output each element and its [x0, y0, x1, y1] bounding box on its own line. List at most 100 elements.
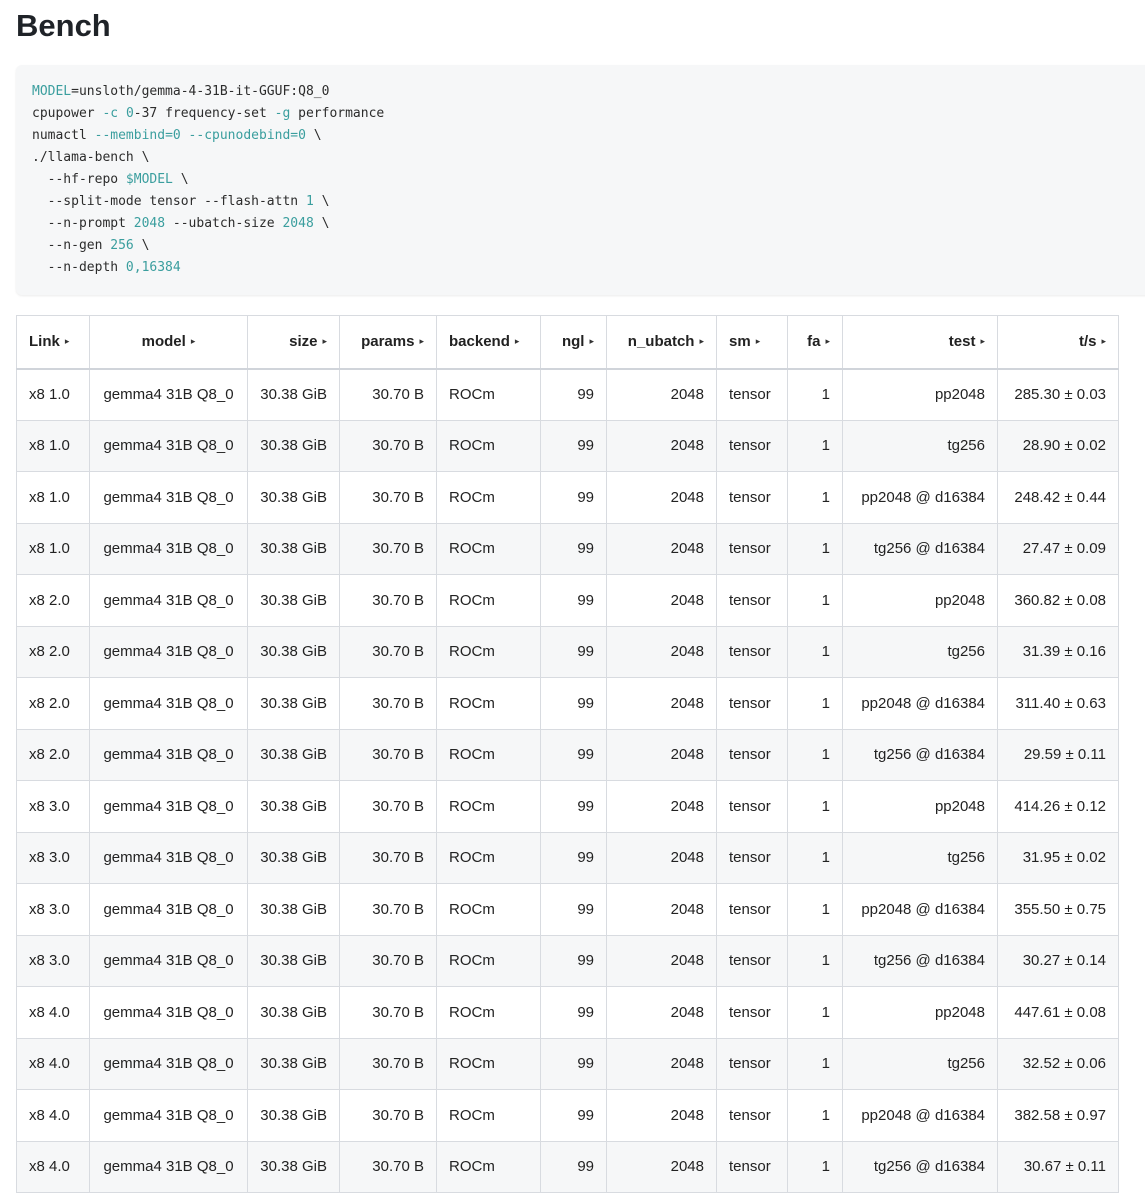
column-header-n_ubatch[interactable]: n_ubatch ▸	[606, 315, 717, 370]
cell-link: x8 2.0	[16, 677, 90, 730]
cell-params: 30.70 B	[339, 522, 437, 575]
cell-model: gemma4 31B Q8_0	[89, 574, 248, 627]
column-header-label: test	[948, 333, 976, 351]
cell-link: x8 3.0	[16, 831, 90, 884]
cell-ts: 414.26 ± 0.12	[997, 780, 1119, 833]
cell-link: x8 4.0	[16, 1037, 90, 1090]
cell-sm: tensor	[716, 986, 788, 1039]
cell-backend: ROCm	[436, 368, 541, 421]
cell-sm: tensor	[716, 574, 788, 627]
column-header-backend[interactable]: backend ▸	[436, 315, 541, 370]
cell-backend: ROCm	[436, 934, 541, 987]
cell-n_ubatch: 2048	[606, 728, 717, 781]
code-token-highlight: --cpunodebind=0	[188, 128, 306, 143]
cell-link: x8 2.0	[16, 728, 90, 781]
code-token-highlight: 256	[110, 238, 134, 253]
cell-test: pp2048 @ d16384	[842, 677, 998, 730]
cell-backend: ROCm	[436, 471, 541, 524]
column-header-ngl[interactable]: ngl ▸	[540, 315, 607, 370]
cell-backend: ROCm	[436, 1037, 541, 1090]
column-header-label: sm	[729, 333, 751, 351]
code-line: --n-gen 256 \	[32, 235, 1140, 257]
sort-triangle-icon: ▸	[64, 336, 70, 347]
cell-model: gemma4 31B Q8_0	[89, 419, 248, 472]
cell-params: 30.70 B	[339, 934, 437, 987]
cell-size: 30.38 GiB	[247, 522, 340, 575]
cell-ngl: 99	[540, 419, 607, 472]
cell-test: tg256	[842, 625, 998, 678]
cell-ts: 355.50 ± 0.75	[997, 883, 1119, 936]
cell-n_ubatch: 2048	[606, 831, 717, 884]
cell-params: 30.70 B	[339, 419, 437, 472]
code-line: --n-depth 0,16384	[32, 257, 1140, 279]
cell-size: 30.38 GiB	[247, 419, 340, 472]
column-header-label: params	[361, 333, 415, 351]
sort-triangle-icon: ▸	[419, 336, 424, 347]
cell-n_ubatch: 2048	[606, 1037, 717, 1090]
cell-test: pp2048 @ d16384	[842, 471, 998, 524]
cell-model: gemma4 31B Q8_0	[89, 831, 248, 884]
cell-params: 30.70 B	[339, 677, 437, 730]
cell-backend: ROCm	[436, 728, 541, 781]
code-token-highlight: 2048	[282, 216, 314, 231]
column-header-link[interactable]: Link ▸	[16, 315, 90, 370]
table-row: x8 2.0 gemma4 31B Q8_0 30.38 GiB 30.70 B ROC…	[16, 728, 1119, 781]
cell-test: pp2048	[842, 368, 998, 421]
code-line: --hf-repo $MODEL \	[32, 169, 1140, 191]
cell-model: gemma4 31B Q8_0	[89, 1140, 248, 1193]
sort-triangle-icon: ▸	[514, 336, 520, 347]
code-token: \	[313, 194, 330, 209]
cell-ngl: 99	[540, 574, 607, 627]
cell-link: x8 3.0	[16, 883, 90, 936]
column-header-label: model	[141, 333, 186, 351]
cell-n_ubatch: 2048	[606, 883, 717, 936]
cell-sm: tensor	[716, 1140, 788, 1193]
cell-params: 30.70 B	[339, 780, 437, 833]
cell-test: tg256 @ d16384	[842, 728, 998, 781]
cell-fa: 1	[787, 522, 843, 575]
cell-fa: 1	[787, 419, 843, 472]
cell-fa: 1	[787, 1140, 843, 1193]
code-token-highlight: 1	[305, 194, 314, 209]
cell-sm: tensor	[716, 1037, 788, 1090]
code-line: MODEL=unsloth/gemma-4-31B-it-GGUF:Q8_0	[32, 81, 1140, 103]
column-header-params[interactable]: params ▸	[339, 315, 437, 370]
cell-size: 30.38 GiB	[247, 728, 340, 781]
code-token-highlight: 0,16384	[125, 260, 181, 275]
column-header-size[interactable]: size ▸	[247, 315, 340, 370]
column-header-model[interactable]: model ▸	[89, 315, 248, 370]
code-token: numactl	[32, 128, 95, 143]
column-header-sm[interactable]: sm ▸	[716, 315, 788, 370]
cell-ts: 248.42 ± 0.44	[997, 471, 1119, 524]
cell-size: 30.38 GiB	[247, 1140, 340, 1193]
code-token: -37 frequency-set	[133, 106, 275, 121]
cell-params: 30.70 B	[339, 1140, 437, 1193]
table-row: x8 4.0 gemma4 31B Q8_0 30.38 GiB 30.70 B ROC…	[16, 1089, 1119, 1142]
sort-triangle-icon: ▸	[755, 336, 761, 347]
column-header-ts[interactable]: t/s ▸	[997, 315, 1119, 370]
code-line: --n-prompt 2048 --ubatch-size 2048 \	[32, 213, 1140, 235]
column-header-test[interactable]: test ▸	[842, 315, 998, 370]
cell-link: x8 1.0	[16, 522, 90, 575]
cell-ts: 382.58 ± 0.97	[997, 1089, 1119, 1142]
cell-ts: 28.90 ± 0.02	[997, 419, 1119, 472]
cell-sm: tensor	[716, 522, 788, 575]
column-header-label: t/s	[1078, 333, 1097, 351]
cell-sm: tensor	[716, 780, 788, 833]
sort-triangle-icon: ▸	[1101, 336, 1106, 347]
cell-model: gemma4 31B Q8_0	[89, 1089, 248, 1142]
code-block[interactable]: MODEL=unsloth/gemma-4-31B-it-GGUF:Q8_0 cp…	[16, 65, 1145, 295]
column-header-label: ngl	[561, 333, 585, 351]
table-row: x8 3.0 gemma4 31B Q8_0 30.38 GiB 30.70 B ROC…	[16, 780, 1119, 833]
column-header-fa[interactable]: fa ▸	[787, 315, 843, 370]
cell-ngl: 99	[540, 728, 607, 781]
cell-ts: 30.67 ± 0.11	[997, 1140, 1119, 1193]
cell-fa: 1	[787, 1037, 843, 1090]
cell-ngl: 99	[540, 1037, 607, 1090]
table-row: x8 3.0 gemma4 31B Q8_0 30.38 GiB 30.70 B ROC…	[16, 831, 1119, 884]
cell-params: 30.70 B	[339, 574, 437, 627]
cell-n_ubatch: 2048	[606, 934, 717, 987]
cell-ts: 32.52 ± 0.06	[997, 1037, 1119, 1090]
cell-backend: ROCm	[436, 677, 541, 730]
